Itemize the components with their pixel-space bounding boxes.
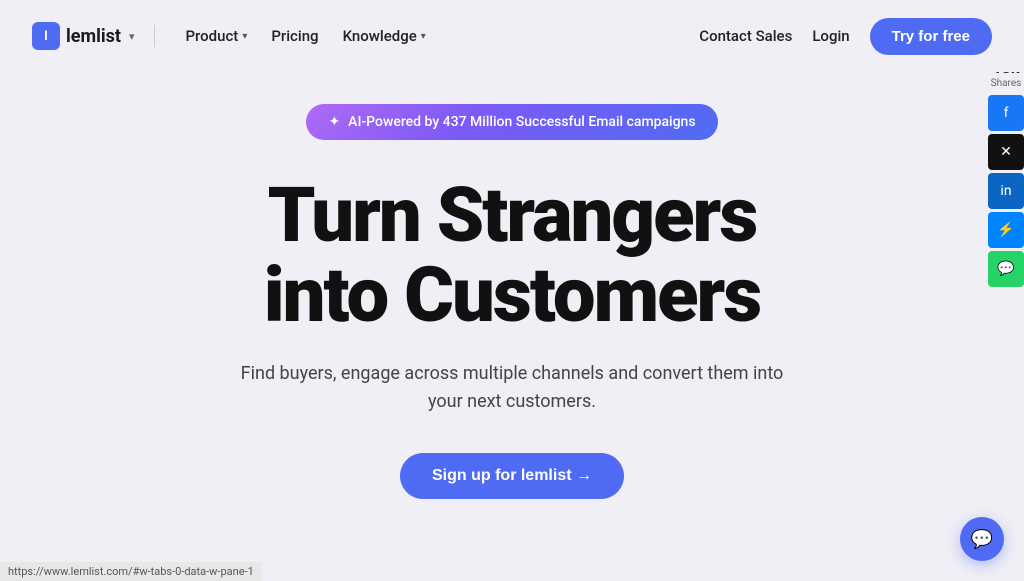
status-bar: https://www.lemlist.com/#w-tabs-0-data-w… bbox=[0, 562, 262, 581]
hero-heading: Turn Strangers into Customers bbox=[264, 176, 761, 336]
navbar: l lemlist ▾ Product ▾ Pricing Knowledge … bbox=[0, 0, 1024, 72]
messenger-share-button[interactable]: ⚡ bbox=[988, 212, 1024, 248]
contact-sales-link[interactable]: Contact Sales bbox=[699, 27, 792, 45]
hero-heading-line2: into Customers bbox=[264, 250, 761, 340]
ai-badge[interactable]: ✦ AI-Powered by 437 Million Successful E… bbox=[306, 104, 717, 140]
product-chevron-icon: ▾ bbox=[242, 31, 247, 42]
whatsapp-share-button[interactable]: 💬 bbox=[988, 251, 1024, 287]
facebook-icon: f bbox=[1004, 105, 1009, 121]
signup-button[interactable]: Sign up for lemlist → bbox=[400, 453, 624, 499]
ai-badge-text: AI-Powered by 437 Million Successful Ema… bbox=[348, 114, 695, 130]
whatsapp-icon: 💬 bbox=[997, 261, 1014, 277]
logo-icon: l bbox=[32, 22, 60, 50]
status-url: https://www.lemlist.com/#w-tabs-0-data-w… bbox=[8, 565, 254, 578]
hero-subtext: Find buyers, engage across multiple chan… bbox=[232, 360, 792, 418]
knowledge-nav-link[interactable]: Knowledge ▾ bbox=[333, 21, 436, 51]
chat-icon: 💬 bbox=[971, 529, 993, 550]
twitter-icon: ✕ bbox=[1000, 144, 1012, 160]
logo[interactable]: l lemlist ▾ bbox=[32, 22, 134, 50]
facebook-share-button[interactable]: f bbox=[988, 95, 1024, 131]
logo-text: lemlist bbox=[66, 26, 121, 47]
linkedin-icon: in bbox=[1000, 183, 1011, 199]
product-nav-link[interactable]: Product ▾ bbox=[175, 21, 257, 51]
nav-links: Product ▾ Pricing Knowledge ▾ bbox=[175, 21, 435, 51]
hero-heading-line1: Turn Strangers bbox=[268, 170, 757, 260]
nav-divider bbox=[154, 25, 155, 47]
social-sidebar: 13k Shares f ✕ in ⚡ 💬 bbox=[988, 60, 1024, 290]
share-label: Shares bbox=[991, 78, 1022, 89]
nav-left: l lemlist ▾ Product ▾ Pricing Knowledge … bbox=[32, 21, 436, 51]
twitter-share-button[interactable]: ✕ bbox=[988, 134, 1024, 170]
star-icon: ✦ bbox=[328, 114, 340, 130]
linkedin-share-button[interactable]: in bbox=[988, 173, 1024, 209]
chat-bubble-button[interactable]: 💬 bbox=[960, 517, 1004, 561]
hero-section: ✦ AI-Powered by 437 Million Successful E… bbox=[0, 72, 1024, 499]
messenger-icon: ⚡ bbox=[997, 222, 1014, 238]
logo-chevron-icon: ▾ bbox=[129, 30, 135, 43]
try-free-button[interactable]: Try for free bbox=[870, 18, 992, 55]
login-link[interactable]: Login bbox=[812, 27, 849, 45]
nav-right: Contact Sales Login Try for free bbox=[699, 18, 992, 55]
knowledge-chevron-icon: ▾ bbox=[421, 31, 426, 42]
pricing-nav-link[interactable]: Pricing bbox=[261, 21, 328, 51]
